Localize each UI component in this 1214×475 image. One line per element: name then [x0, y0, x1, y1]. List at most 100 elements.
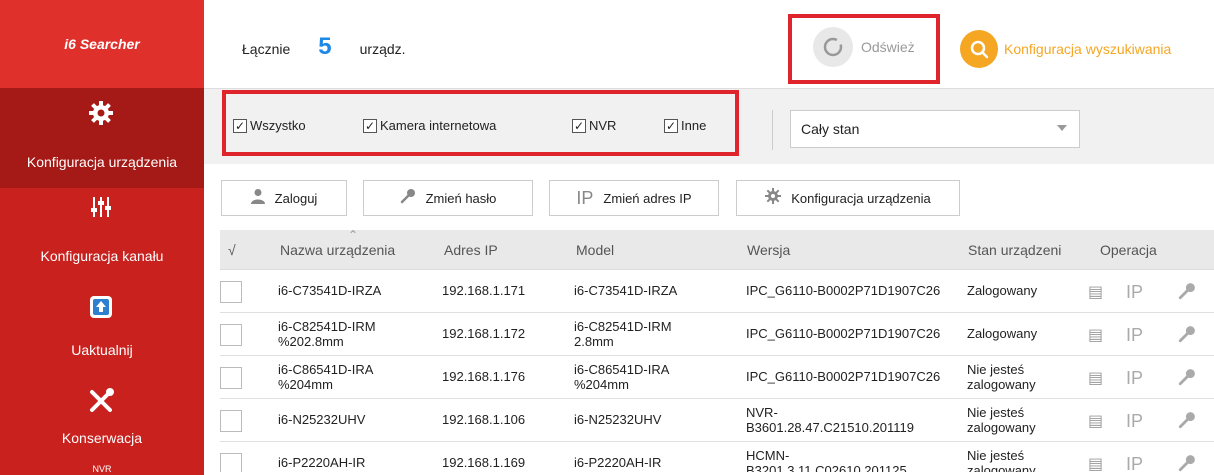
edit-icon[interactable]: ▤: [1088, 282, 1103, 302]
search-settings-icon: [960, 30, 998, 68]
filter-divider: [772, 110, 773, 150]
cell-status: Nie jesteś zalogowany: [967, 404, 1036, 435]
key-icon[interactable]: [1178, 282, 1196, 305]
row-checkbox[interactable]: [220, 324, 242, 346]
gear-icon: [86, 98, 116, 128]
sidebar-item-channel-config[interactable]: Konfiguracja kanału: [0, 188, 204, 280]
total-count: 5: [318, 33, 332, 60]
cell-model: i6-N25232UHV: [574, 412, 662, 428]
ip-icon[interactable]: IP: [1126, 454, 1143, 472]
chevron-down-icon: [1057, 125, 1067, 131]
sidebar-item-label: Konserwacja: [61, 430, 143, 446]
table-row[interactable]: i6-N25232UHV 192.168.1.106 i6-N25232UHV …: [220, 399, 1214, 442]
search-config-button[interactable]: Konfiguracja wyszukiwania: [960, 30, 1171, 68]
ip-icon: IP: [576, 187, 594, 208]
refresh-label: Odśwież: [861, 39, 915, 55]
table-row[interactable]: i6-C82541D-IRM %202.8mm 192.168.1.172 i6…: [220, 313, 1214, 356]
upgrade-icon: [86, 292, 116, 322]
ip-icon[interactable]: IP: [1126, 368, 1143, 389]
change-ip-button[interactable]: IP Zmień adres IP: [549, 180, 719, 216]
cell-model: i6-P2220AH-IR: [574, 455, 662, 471]
total-label: Łącznie: [242, 41, 291, 57]
total-unit: urządz.: [359, 41, 406, 57]
gear-icon: [765, 187, 782, 209]
sidebar-item-label: Konfiguracja kanału: [40, 248, 164, 264]
device-config-label: Konfiguracja urządzenia: [791, 190, 931, 206]
cell-ip: 192.168.1.176: [442, 369, 526, 385]
cell-version: HCMN-B3201.3.11.C02610.201125: [746, 447, 907, 472]
login-button[interactable]: Zaloguj: [221, 180, 347, 216]
filter-nvr-checkbox[interactable]: ✓ NVR: [572, 118, 616, 133]
edit-icon[interactable]: ▤: [1088, 368, 1103, 388]
cell-status: Nie jesteś zalogowany: [967, 361, 1036, 392]
filter-label: Inne: [681, 118, 707, 133]
device-config-button[interactable]: Konfiguracja urządzenia: [736, 180, 960, 216]
key-icon[interactable]: [1178, 454, 1196, 472]
edit-icon[interactable]: ▤: [1088, 325, 1103, 345]
filter-all-checkbox[interactable]: ✓ Wszystko: [233, 118, 306, 133]
cell-version: NVR-B3601.28.47.C21510.201119: [746, 404, 914, 435]
table-row[interactable]: i6-C86541D-IRA %204mm 192.168.1.176 i6-C…: [220, 356, 1214, 399]
sidebar-item-maintenance[interactable]: Konserwacja: [0, 366, 204, 460]
refresh-button[interactable]: Odśwież: [813, 26, 937, 68]
cell-name: i6-C86541D-IRA %204mm: [278, 361, 373, 392]
cell-name: i6-N25232UHV: [278, 412, 366, 428]
refresh-icon: [813, 27, 853, 67]
column-header-check[interactable]: √: [228, 242, 236, 258]
cell-ip: 192.168.1.106: [442, 412, 526, 428]
cell-version: IPC_G6110-B0002P71D1907C26: [746, 369, 941, 385]
checkbox-icon: ✓: [572, 118, 586, 133]
key-icon[interactable]: [1178, 368, 1196, 391]
sidebar-item-upgrade[interactable]: Uaktualnij: [0, 280, 204, 366]
ip-icon[interactable]: IP: [1126, 282, 1143, 303]
sort-indicator-icon: ⌃: [348, 228, 359, 242]
column-header-model[interactable]: Model: [576, 242, 614, 258]
cell-model: i6-C73541D-IRZA: [574, 283, 678, 299]
cell-name: i6-P2220AH-IR: [278, 455, 366, 471]
app-brand: i6 Searcher: [0, 0, 204, 88]
ip-icon[interactable]: IP: [1126, 411, 1143, 432]
key-icon: [400, 188, 416, 209]
cell-ip: 192.168.1.171: [442, 283, 526, 299]
column-header-status[interactable]: Stan urządzeni: [968, 242, 1098, 258]
row-checkbox[interactable]: [220, 281, 242, 303]
sidebar-item-nvr[interactable]: NVR: [0, 460, 204, 475]
table-row[interactable]: i6-P2220AH-IR 192.168.1.169 i6-P2220AH-I…: [220, 442, 1214, 472]
row-checkbox[interactable]: [220, 367, 242, 389]
ip-icon[interactable]: IP: [1126, 325, 1143, 346]
checkbox-icon: ✓: [664, 118, 678, 133]
cell-ip: 192.168.1.169: [442, 455, 526, 471]
edit-icon[interactable]: ▤: [1088, 411, 1103, 431]
change-password-label: Zmień hasło: [425, 190, 497, 206]
row-checkbox[interactable]: [220, 453, 242, 472]
filter-ipcamera-checkbox[interactable]: ✓ Kamera internetowa: [363, 118, 496, 133]
column-header-ip[interactable]: Adres IP: [444, 242, 498, 258]
search-config-label: Konfiguracja wyszukiwania: [1004, 41, 1172, 57]
column-header-operation: Operacja: [1100, 242, 1157, 258]
sliders-icon: [86, 192, 116, 222]
change-ip-label: Zmień adres IP: [603, 190, 692, 206]
key-icon[interactable]: [1178, 325, 1196, 348]
edit-icon[interactable]: ▤: [1088, 454, 1103, 472]
login-label: Zaloguj: [274, 190, 318, 206]
cell-ip: 192.168.1.172: [442, 326, 526, 342]
device-total: Łącznie 5 urządz.: [242, 33, 406, 61]
tools-icon: [86, 386, 116, 416]
cell-model: i6-C82541D-IRM 2.8mm: [574, 318, 672, 349]
sidebar-item-label: Uaktualnij: [71, 342, 133, 358]
checkbox-icon: ✓: [233, 118, 247, 133]
change-password-button[interactable]: Zmień hasło: [363, 180, 533, 216]
row-checkbox[interactable]: [220, 410, 242, 432]
sidebar: i6 Searcher Konfiguracja urządzenia Konf…: [0, 0, 204, 475]
key-icon[interactable]: [1178, 411, 1196, 434]
cell-name: i6-C73541D-IRZA: [278, 283, 382, 299]
user-icon: [250, 188, 265, 209]
sidebar-item-device-config[interactable]: Konfiguracja urządzenia: [0, 88, 204, 188]
sidebar-item-label: Konfiguracja urządzenia: [26, 154, 178, 170]
column-header-version[interactable]: Wersja: [747, 242, 790, 258]
table-row[interactable]: i6-C73541D-IRZA 192.168.1.171 i6-C73541D…: [220, 270, 1214, 313]
column-header-name[interactable]: Nazwa urządzenia: [280, 242, 395, 258]
filter-other-checkbox[interactable]: ✓ Inne: [664, 118, 706, 133]
checkbox-icon: ✓: [363, 118, 377, 133]
status-select[interactable]: Cały stan: [790, 110, 1080, 148]
